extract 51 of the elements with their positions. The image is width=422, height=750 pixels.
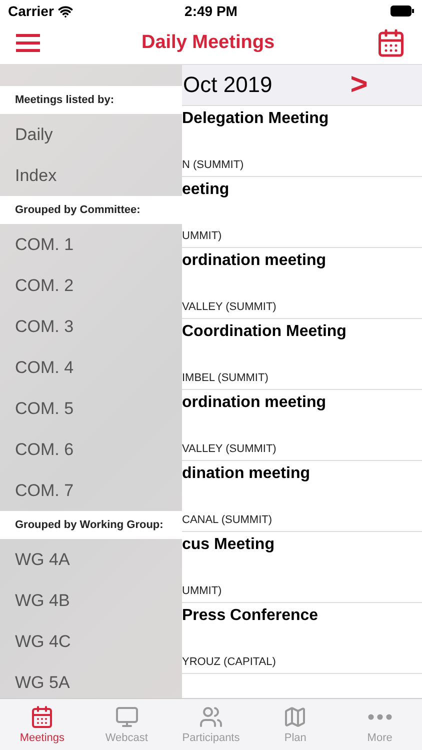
calendar-icon [30,705,54,729]
tab-item[interactable]: Meetings [0,699,84,750]
menu-item[interactable]: WG 5A [0,662,182,698]
meeting-location: VALLEY (SUMMIT) [182,443,278,455]
menu-item[interactable]: COM. 1 [0,224,182,265]
meeting-title[interactable]: Delegation Meeting [182,110,422,128]
meeting-location: YROUZ (CAPITAL) [182,656,277,668]
tab-item[interactable]: Plan [253,699,338,750]
date-label: Oct 2019 [183,72,272,98]
carrier-label: Carrier [8,3,54,19]
map-icon [283,705,308,729]
calendar-button[interactable] [376,28,406,58]
meeting-title[interactable]: dination meeting [182,465,422,483]
people-icon [199,705,224,729]
more-icon [368,714,392,720]
section-header: Meetings listed by: [0,86,182,114]
section-header: Grouped by Committee: [0,196,182,224]
menu-item[interactable]: WG 4A [0,539,182,580]
menu-button[interactable] [16,34,40,52]
monitor-icon [114,705,139,729]
meeting-title[interactable]: ordination meeting [182,252,422,270]
meeting-location: N (SUMMIT) [182,159,245,171]
meeting-location: CANAL (SUMMIT) [182,514,274,526]
menu-item[interactable]: Daily [0,114,182,155]
next-button[interactable]: > [350,68,368,102]
tab-item[interactable]: Webcast [84,699,169,750]
meeting-title[interactable]: Press Conference [182,607,422,625]
meeting-title[interactable]: eeting [182,181,422,199]
menu-item[interactable]: COM. 6 [0,429,182,470]
section-header: Grouped by Working Group: [0,511,182,539]
menu-item[interactable]: COM. 7 [0,470,182,511]
menu-item[interactable]: Index [0,155,182,196]
meeting-title[interactable]: ordination meeting [182,394,422,412]
wifi-icon [58,4,73,18]
meeting-location: VALLEY (SUMMIT) [182,301,278,313]
meeting-location: IMBEL (SUMMIT) [182,372,270,384]
menu-item[interactable]: WG 4B [0,580,182,621]
menu-item[interactable]: WG 4C [0,621,182,662]
tab-item[interactable]: Participants [168,699,254,750]
menu-item[interactable]: COM. 5 [0,388,182,429]
meeting-location: UMMIT) [182,230,223,242]
meeting-location: UMMIT) [182,585,223,597]
meeting-title[interactable]: cus Meeting [182,536,422,554]
time-label: 2:49 PM [184,3,238,19]
screen-title: Daily Meetings [141,32,275,54]
menu-item[interactable]: COM. 3 [0,306,182,347]
menu-item[interactable]: COM. 4 [0,347,182,388]
battery-icon [390,5,414,17]
tab-item[interactable]: More [338,699,422,750]
meeting-title[interactable]: Coordination Meeting [182,323,422,341]
menu-item[interactable]: COM. 2 [0,265,182,306]
